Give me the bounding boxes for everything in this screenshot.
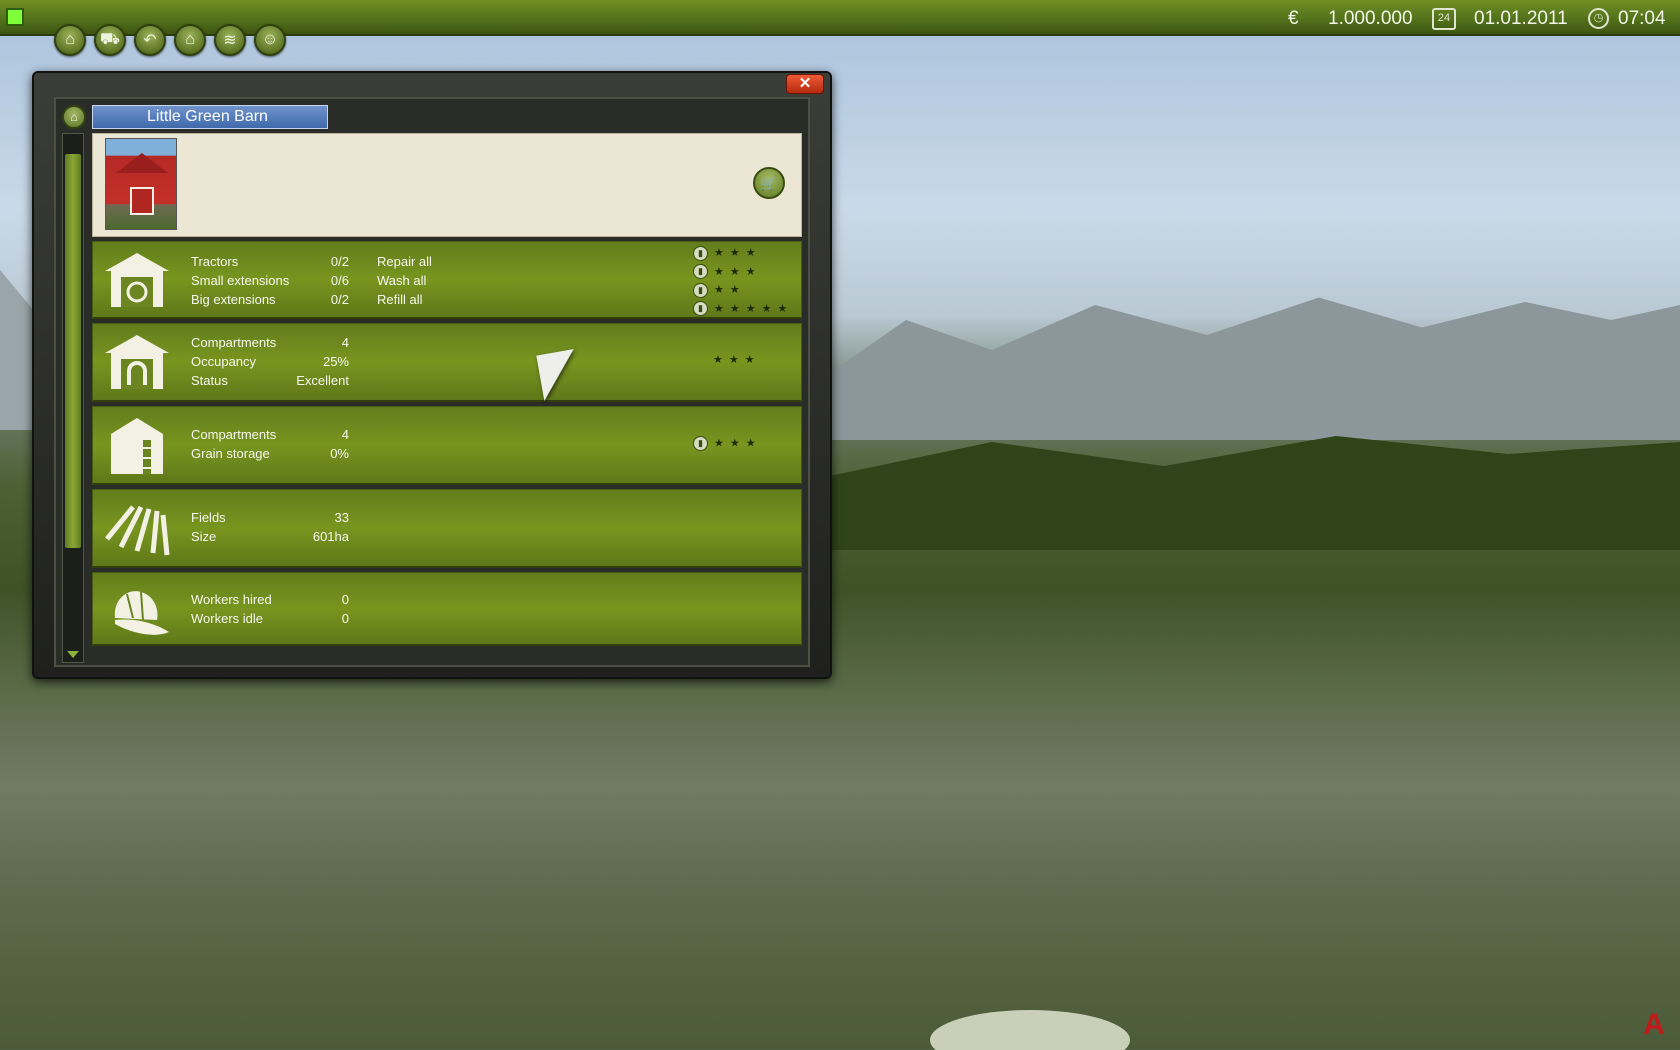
size-value: 601ha	[312, 529, 349, 544]
date-value: 01.01.2011	[1474, 8, 1568, 29]
fields-label: Fields	[191, 510, 226, 525]
small-extensions-label: Small extensions	[191, 273, 290, 288]
forest-ridge	[820, 436, 1680, 550]
worker-cap-icon	[114, 590, 169, 635]
workers-hired-value: 0	[341, 592, 349, 607]
window-body: ⌂ Little Green Barn 🛒 Tractors 0/2 Small…	[54, 97, 810, 667]
workers-hired-label: Workers hired	[191, 592, 272, 607]
field-button[interactable]: ≋	[214, 24, 246, 56]
stable-horseshoe-icon	[105, 335, 169, 389]
time-value: 07:04	[1618, 8, 1666, 29]
stable-compartments-value: 4	[341, 335, 349, 350]
back-button[interactable]: ↶	[134, 24, 166, 56]
menu-icon[interactable]	[6, 8, 24, 26]
window-content: 🛒 Tractors 0/2 Small extensions 0/6 Big ex…	[92, 133, 802, 646]
fields-value: 33	[334, 510, 349, 525]
window-title: Little Green Barn	[92, 105, 328, 129]
garage-section: Tractors 0/2 Small extensions 0/6 Big exte…	[92, 241, 802, 319]
rating-stars: ★★★	[714, 265, 762, 278]
worker-icon: ☺	[261, 31, 279, 48]
close-button[interactable]: ✕	[786, 74, 824, 94]
mouse-cursor-icon	[536, 349, 582, 401]
vertical-scrollbar[interactable]	[62, 133, 84, 663]
silo-section: Compartments 4 Grain storage 0% ▮ ★★★	[92, 406, 802, 485]
size-label: Size	[191, 529, 217, 544]
chart-icon[interactable]: ▮	[693, 301, 708, 317]
tractors-value: 0/2	[330, 254, 349, 269]
currency-icon: €	[1288, 8, 1299, 29]
stable-section: Compartments 4 Occupancy 25% Status Excelle…	[92, 323, 802, 402]
chart-icon[interactable]: ▮	[693, 282, 708, 298]
occupancy-value: 25%	[322, 354, 349, 369]
field-rows-icon	[105, 505, 170, 556]
chart-icon[interactable]: ▮	[693, 264, 708, 280]
barn-icon: ⌂	[185, 31, 195, 48]
field-icon: ≋	[223, 32, 237, 49]
workers-idle-label: Workers idle	[191, 611, 264, 626]
watermark-logo-icon: A	[1643, 1008, 1665, 1041]
workers-idle-value: 0	[341, 611, 349, 626]
big-extensions-label: Big extensions	[191, 292, 276, 307]
repair-all-link[interactable]: Repair all	[377, 254, 432, 273]
grain-storage-value: 0%	[330, 446, 349, 461]
farm-header-panel: 🛒	[92, 133, 802, 237]
refill-all-link[interactable]: Refill all	[377, 292, 432, 311]
workers-section: Workers hired 0 Workers idle 0	[92, 572, 802, 646]
silo-icon	[111, 418, 163, 474]
wash-all-link[interactable]: Wash all	[377, 273, 432, 292]
money-value: 1.000.000	[1328, 8, 1413, 29]
silo-compartments-value: 4	[341, 427, 349, 442]
tractors-label: Tractors	[191, 254, 239, 269]
rating-stars: ★★★	[714, 437, 762, 450]
chart-icon[interactable]: ▮	[693, 245, 708, 261]
stable-compartments-label: Compartments	[191, 335, 277, 350]
cart-icon: 🛒	[760, 175, 778, 191]
home-button[interactable]: ⌂	[54, 24, 86, 56]
grain-storage-label: Grain storage	[191, 446, 270, 461]
mountain-range	[820, 297, 1680, 440]
barn-button[interactable]: ⌂	[174, 24, 206, 56]
rating-stars: ★★★★★	[714, 302, 794, 315]
greenhouse-roof	[930, 1010, 1130, 1050]
garage-icon	[105, 252, 169, 307]
big-extensions-value: 0/2	[330, 292, 349, 307]
status-value: Excellent	[296, 373, 349, 388]
clock-icon: ◷	[1588, 8, 1609, 29]
home-icon: ⌂	[65, 31, 75, 48]
chart-icon[interactable]: ▮	[693, 436, 708, 451]
fields-section: Fields 33 Size 601ha	[92, 489, 802, 568]
tractor-button[interactable]: ⛟	[94, 24, 126, 56]
silo-ratings: ▮ ★★★	[693, 436, 762, 451]
small-extensions-value: 0/6	[330, 273, 349, 288]
tractor-icon: ⛟	[99, 31, 121, 48]
back-icon: ↶	[143, 32, 157, 49]
home-icon[interactable]: ⌂	[62, 105, 86, 129]
silo-compartments-label: Compartments	[191, 427, 277, 442]
garage-ratings: ▮ ★★★ ▮ ★★★ ▮ ★★ ▮ ★★★★★	[693, 244, 793, 318]
occupancy-label: Occupancy	[191, 354, 257, 369]
scroll-thumb[interactable]	[65, 154, 81, 548]
worker-button[interactable]: ☺	[254, 24, 286, 56]
rating-stars: ★★	[714, 284, 746, 296]
calendar-icon: 24	[1432, 8, 1456, 30]
rating-stars: ★★★	[714, 247, 762, 259]
stable-rating-stars: ★★★	[713, 354, 761, 366]
farm-overview-window: ✕ ⌂ Little Green Barn 🛒 Tractors 0/2 Sma…	[32, 71, 832, 679]
scroll-down-arrow-icon[interactable]	[67, 651, 79, 658]
main-toolbar: ⌂ ⛟ ↶ ⌂ ≋ ☺	[54, 24, 286, 56]
shop-button[interactable]: 🛒	[753, 167, 785, 199]
barn-thumbnail	[105, 138, 177, 230]
